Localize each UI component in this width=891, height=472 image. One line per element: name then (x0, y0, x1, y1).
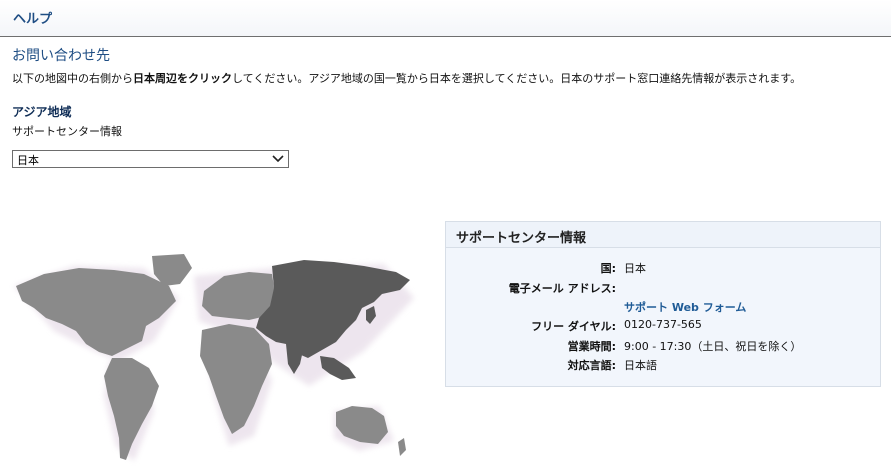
section-title: お問い合わせ先 (12, 48, 110, 64)
instruction-text: 以下の地図中の右側から日本周辺をクリックしてください。アジア地域の国一覧から日本… (12, 70, 801, 86)
language-label: 対応言語: (567, 359, 616, 372)
support-web-form-link[interactable]: サポート Web フォーム (624, 299, 746, 315)
country-select[interactable]: 日本 (12, 150, 289, 168)
freedial-value: 0120-737-565 (624, 318, 702, 331)
hours-value: 9:00 - 17:30（土日、祝日を除く） (624, 340, 802, 353)
freedial-label: フリー ダイヤル: (531, 320, 616, 333)
world-map[interactable] (4, 246, 429, 472)
instruction-prefix: 以下の地図中の右側から (12, 72, 133, 85)
page-header: ヘルプ (0, 0, 891, 37)
email-label: 電子メール アドレス: (508, 282, 616, 295)
map-new-zealand[interactable] (398, 438, 406, 456)
chevron-down-icon (272, 155, 284, 163)
page-title: ヘルプ (13, 12, 53, 27)
instruction-suffix: してください。アジア地域の国一覧から日本を選択してください。日本のサポート窓口連… (232, 72, 802, 85)
language-value: 日本語 (624, 359, 657, 372)
instruction-bold: 日本周辺をクリック (133, 72, 232, 85)
hours-label: 営業時間: (567, 340, 616, 353)
map-north-america[interactable] (16, 268, 176, 356)
country-value: 日本 (624, 262, 646, 275)
support-info-panel: サポートセンター情報 国: 日本 電子メール アドレス: サポート Web フォ… (445, 221, 881, 387)
region-title: アジア地域 (12, 105, 72, 119)
map-africa[interactable] (200, 324, 272, 434)
country-label: 国: (600, 262, 616, 275)
panel-title: サポートセンター情報 (446, 222, 880, 248)
region-subtitle: サポートセンター情報 (12, 125, 122, 138)
country-select-value: 日本 (17, 154, 39, 167)
